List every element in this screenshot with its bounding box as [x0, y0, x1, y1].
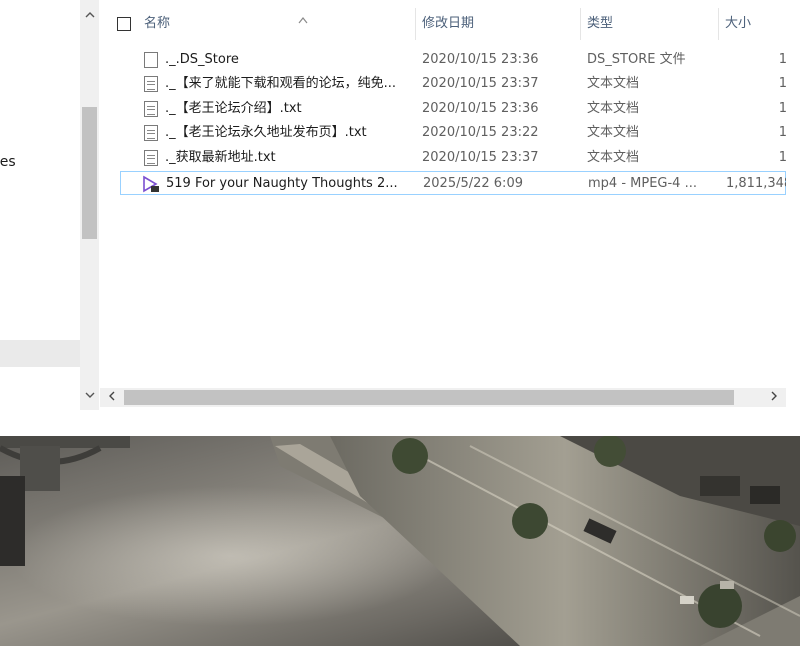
nav-item-files[interactable]: iles [0, 151, 16, 173]
scroll-left-arrow[interactable] [102, 388, 122, 407]
scroll-thumb[interactable] [82, 107, 97, 239]
file-date: 2020/10/15 23:37 [422, 76, 539, 91]
text-file-icon [144, 150, 158, 166]
text-file-icon [144, 125, 158, 141]
file-size: 1 [778, 52, 787, 67]
file-name: ._【老王论坛永久地址发布页】.txt [165, 125, 367, 140]
desktop-wallpaper [0, 436, 800, 646]
column-header-name[interactable]: 名称 [138, 8, 416, 40]
file-list-pane: 名称 修改日期 类型 大小 ._.DS_Store 2020/10/15 23:3… [100, 0, 800, 410]
scroll-right-arrow[interactable] [764, 388, 784, 407]
blank-file-icon [144, 52, 158, 68]
file-size: 1,811,348 [726, 176, 788, 191]
navigation-pane: iles s [0, 0, 80, 410]
file-type: mp4 - MPEG-4 ... [588, 176, 697, 191]
file-row[interactable]: ._【老王论坛永久地址发布页】.txt 2020/10/15 23:22 文本文档 1 [120, 121, 787, 145]
file-date: 2020/10/15 23:22 [422, 125, 539, 140]
text-file-icon [144, 76, 158, 92]
text-file-icon [144, 101, 158, 117]
horizontal-scrollbar[interactable] [100, 388, 786, 407]
navigation-pane-scrollbar[interactable] [80, 0, 99, 410]
file-row[interactable]: ._【老王论坛介绍】.txt 2020/10/15 23:36 文本文档 1 [120, 97, 787, 121]
wallpaper-image [0, 436, 800, 646]
right-edge [786, 0, 800, 410]
file-size: 1 [778, 125, 787, 140]
video-file-icon [143, 175, 159, 193]
column-header-type[interactable]: 类型 [581, 8, 719, 40]
file-type: 文本文档 [587, 150, 640, 165]
horizontal-scroll-thumb[interactable] [124, 390, 734, 405]
file-name: ._获取最新地址.txt [165, 150, 276, 165]
file-type: 文本文档 [587, 125, 640, 140]
sort-ascending-icon [298, 6, 308, 38]
file-row[interactable]: ._获取最新地址.txt 2020/10/15 23:37 文本文档 1 [120, 146, 787, 170]
file-name: 519 For your Naughty Thoughts 2... [166, 176, 398, 191]
chevron-left-icon [109, 391, 115, 401]
file-row[interactable]: ._【来了就能下载和观看的论坛，纯免... 2020/10/15 23:37 文本文… [120, 72, 787, 96]
file-name: ._【老王论坛介绍】.txt [165, 101, 302, 116]
chevron-up-icon [85, 12, 94, 18]
file-type: DS_STORE 文件 [587, 52, 686, 67]
file-size: 1 [778, 150, 787, 165]
file-row[interactable]: 519 For your Naughty Thoughts 2... 2025/5… [120, 171, 788, 195]
file-type: 文本文档 [587, 101, 640, 116]
column-header: 名称 修改日期 类型 大小 [100, 8, 800, 40]
file-name: ._.DS_Store [165, 52, 239, 67]
scroll-down-arrow[interactable] [80, 388, 99, 406]
file-row[interactable]: ._.DS_Store 2020/10/15 23:36 DS_STORE 文件 1 [120, 48, 787, 72]
file-date: 2020/10/15 23:36 [422, 101, 539, 116]
select-all-checkbox[interactable] [117, 17, 131, 31]
file-date: 2025/5/22 6:09 [423, 176, 523, 191]
column-header-date[interactable]: 修改日期 [416, 8, 581, 40]
file-explorer-window: iles s 名称 修改日期 类型 大小 ._.DS_Store 2020/10/… [0, 0, 800, 436]
chevron-right-icon [771, 391, 777, 401]
scroll-up-arrow[interactable] [80, 8, 99, 26]
file-size: 1 [778, 76, 787, 91]
file-date: 2020/10/15 23:36 [422, 52, 539, 67]
nav-item-selected[interactable] [0, 340, 80, 367]
file-date: 2020/10/15 23:37 [422, 150, 539, 165]
file-name: ._【来了就能下载和观看的论坛，纯免... [165, 76, 397, 91]
file-size: 1 [778, 101, 787, 116]
chevron-down-icon [85, 392, 94, 398]
file-type: 文本文档 [587, 76, 640, 91]
